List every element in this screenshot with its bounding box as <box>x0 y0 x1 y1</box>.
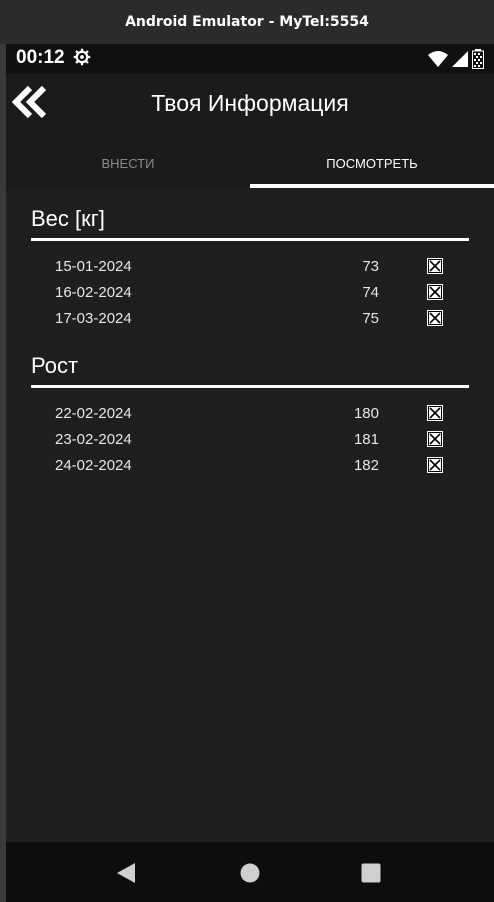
delete-checkbox-icon[interactable] <box>427 258 443 274</box>
home-circle-icon[interactable] <box>239 862 261 884</box>
section-divider <box>31 238 469 241</box>
table-row: 16-02-2024 74 <box>6 280 494 306</box>
status-bar: 00:12 <box>6 44 494 74</box>
status-icons <box>428 49 484 69</box>
tab-view[interactable]: ПОСМОТРЕТЬ <box>250 138 494 188</box>
weight-section-title: Вес [кг] <box>31 206 105 231</box>
tab-enter[interactable]: ВНЕСТИ <box>6 138 250 188</box>
navigation-bar <box>6 842 494 902</box>
record-date: 16-02-2024 <box>55 284 132 301</box>
table-row: 22-02-2024 180 <box>6 401 494 427</box>
section-divider <box>31 385 469 388</box>
table-row: 23-02-2024 181 <box>6 427 494 453</box>
record-value: 182 <box>353 457 379 474</box>
settings-gear-icon <box>73 48 91 66</box>
device-screen: 00:12 Твоя Информация ВНЕСТИ ПОСМОТРЕТЬ … <box>6 44 494 902</box>
record-date: 22-02-2024 <box>55 405 132 422</box>
status-time: 00:12 <box>16 47 65 68</box>
delete-checkbox-icon[interactable] <box>427 457 443 473</box>
table-row: 17-03-2024 75 <box>6 306 494 332</box>
record-value: 181 <box>353 431 379 448</box>
records-list: Вес [кг] 15-01-2024 73 16-02-2024 74 17-… <box>6 188 494 842</box>
tab-bar: ВНЕСТИ ПОСМОТРЕТЬ <box>6 138 494 188</box>
cellular-signal-icon <box>452 51 468 67</box>
record-date: 23-02-2024 <box>55 431 132 448</box>
emulator-title-bar: Android Emulator - MyTel:5554 <box>0 0 494 44</box>
record-date: 17-03-2024 <box>55 310 132 327</box>
delete-checkbox-icon[interactable] <box>427 431 443 447</box>
record-date: 15-01-2024 <box>55 258 132 275</box>
window-title: Android Emulator - MyTel:5554 <box>125 14 369 30</box>
back-triangle-icon[interactable] <box>115 862 137 884</box>
record-value: 73 <box>362 258 379 275</box>
record-date: 24-02-2024 <box>55 457 132 474</box>
delete-checkbox-icon[interactable] <box>427 405 443 421</box>
record-value: 75 <box>362 310 379 327</box>
battery-icon <box>472 49 484 69</box>
table-row: 15-01-2024 73 <box>6 254 494 280</box>
height-section-title: Рост <box>31 353 79 378</box>
recents-square-icon[interactable] <box>360 862 382 884</box>
delete-checkbox-icon[interactable] <box>427 284 443 300</box>
table-row: 24-02-2024 182 <box>6 453 494 479</box>
page-title: Твоя Информация <box>151 90 349 116</box>
delete-checkbox-icon[interactable] <box>427 310 443 326</box>
record-value: 74 <box>362 284 379 301</box>
app-bar: Твоя Информация <box>6 74 494 138</box>
wifi-icon <box>428 51 448 67</box>
record-value: 180 <box>353 405 379 422</box>
